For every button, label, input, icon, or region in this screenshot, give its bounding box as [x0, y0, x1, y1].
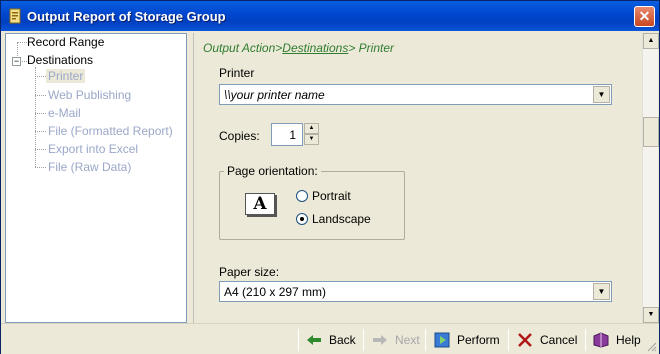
paper-size-label: Paper size: — [219, 265, 280, 279]
tree-item-file-raw[interactable]: File (Raw Data) — [48, 160, 131, 174]
tree-item-destinations[interactable]: Destinations — [27, 53, 93, 67]
printer-value: \\your printer name — [224, 88, 325, 102]
cancel-button[interactable]: Cancel — [516, 328, 577, 352]
printer-select[interactable]: \\your printer name ▼ — [219, 84, 612, 105]
perform-icon — [434, 332, 450, 348]
printer-label: Printer — [219, 66, 255, 80]
breadcrumb: Output Action>Destinations> Printer — [203, 41, 394, 55]
help-label: Help — [616, 333, 641, 347]
orientation-title: Page orientation: — [224, 164, 321, 178]
vertical-scrollbar[interactable]: ▲ ▼ — [642, 33, 659, 323]
help-button[interactable]: Help — [592, 328, 641, 352]
breadcrumb-part: > Printer — [348, 41, 395, 55]
title-bar[interactable]: Output Report of Storage Group ✕ — [1, 1, 659, 31]
tree-item-email[interactable]: e-Mail — [48, 106, 81, 120]
paper-size-select[interactable]: A4 (210 x 297 mm) ▼ — [219, 281, 612, 302]
paper-size-value: A4 (210 x 297 mm) — [224, 285, 327, 299]
cancel-x-icon — [518, 333, 532, 347]
scroll-thumb[interactable] — [643, 117, 659, 147]
collapse-icon[interactable]: − — [12, 57, 21, 66]
dropdown-arrow-icon[interactable]: ▼ — [593, 86, 610, 103]
page-orientation-icon: A — [245, 193, 275, 215]
tree-item-printer[interactable]: Printer — [46, 69, 86, 83]
spin-down-icon[interactable]: ▼ — [304, 134, 319, 145]
tree-item-export-excel[interactable]: Export into Excel — [48, 142, 138, 156]
spin-up-icon[interactable]: ▲ — [304, 123, 319, 134]
window-title: Output Report of Storage Group — [27, 9, 226, 24]
dropdown-arrow-icon[interactable]: ▼ — [593, 283, 610, 300]
close-button[interactable]: ✕ — [634, 6, 655, 27]
copies-label: Copies: — [219, 129, 260, 143]
copies-value: 1 — [289, 128, 296, 142]
button-bar: Back Next Perform Cancel Help — [1, 323, 659, 354]
next-button[interactable]: Next — [371, 328, 420, 352]
landscape-radio[interactable] — [296, 213, 308, 225]
scroll-down-icon[interactable]: ▼ — [643, 307, 659, 323]
back-arrow-icon — [307, 335, 321, 345]
perform-label: Perform — [457, 333, 500, 347]
portrait-radio[interactable] — [296, 190, 308, 202]
portrait-label[interactable]: Portrait — [312, 189, 351, 203]
dialog-window: Output Report of Storage Group ✕ − Recor… — [0, 0, 660, 354]
breadcrumb-link-destinations[interactable]: Destinations — [282, 41, 348, 55]
perform-button[interactable]: Perform — [433, 328, 500, 352]
tree-item-file-formatted[interactable]: File (Formatted Report) — [48, 124, 173, 138]
scroll-up-icon[interactable]: ▲ — [643, 33, 659, 49]
report-app-icon — [9, 8, 21, 24]
help-book-icon — [593, 332, 609, 348]
cancel-label: Cancel — [540, 333, 578, 347]
printer-settings-panel: Output Action>Destinations> Printer Prin… — [193, 33, 642, 323]
resize-grip-icon[interactable] — [645, 340, 657, 352]
tree-item-web-publishing[interactable]: Web Publishing — [48, 88, 131, 102]
next-arrow-icon — [373, 335, 387, 345]
copies-stepper[interactable]: ▲ ▼ — [304, 123, 319, 146]
landscape-label[interactable]: Landscape — [312, 212, 371, 226]
next-label: Next — [395, 333, 420, 347]
tree-item-record-range[interactable]: Record Range — [27, 35, 104, 49]
copies-input[interactable]: 1 — [271, 123, 303, 146]
breadcrumb-part: Output Action> — [203, 41, 283, 55]
destination-tree: − Record Range Destinations Printer Web … — [5, 33, 187, 323]
back-label: Back — [329, 333, 356, 347]
back-button[interactable]: Back — [305, 328, 356, 352]
